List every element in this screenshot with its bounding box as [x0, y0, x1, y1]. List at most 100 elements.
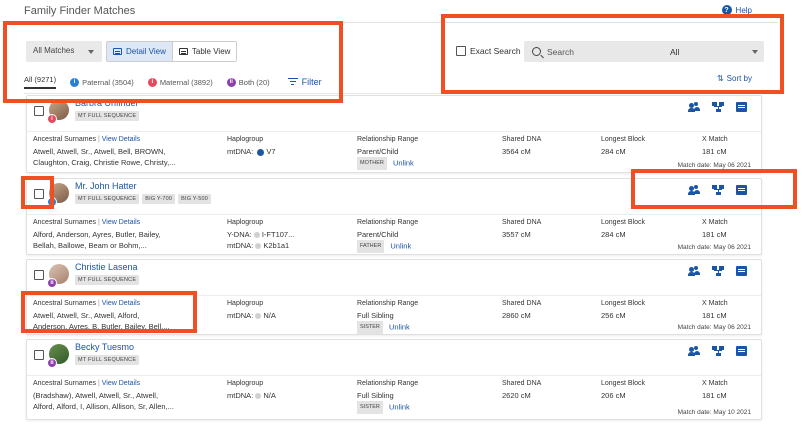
highlight-surnames — [21, 291, 197, 333]
avatar[interactable]: i — [47, 100, 69, 124]
match-card: ii Becky Tuesmo MT FULL SEQUENCE Ancestr… — [26, 339, 762, 420]
surnames-heading: Ancestral Surnames — [33, 136, 97, 143]
message-icon[interactable] — [736, 266, 747, 276]
haplogroup-column: Haplogroup mtDNA: N/A — [227, 300, 347, 321]
test-tags: MT FULL SEQUENCE BIG Y-700 BIG Y-500 — [75, 194, 211, 204]
surnames-line: Claughton, Craig, Christie Rowe, Christy… — [33, 158, 176, 167]
avatar[interactable]: ii — [47, 264, 69, 288]
pending-icon — [255, 243, 262, 250]
highlight-search — [441, 14, 784, 94]
relationship-label: Relationship Range — [357, 219, 419, 226]
haplogroup-label: Haplogroup — [227, 219, 264, 226]
family-tree-icon[interactable] — [712, 102, 724, 112]
view-details-link[interactable]: View Details — [102, 136, 140, 143]
shared-dna-column: Shared DNA 3557 cM — [502, 219, 582, 240]
match-name[interactable]: Mr. John Hatter — [75, 181, 137, 191]
message-icon[interactable] — [736, 102, 747, 112]
relationship-badge: MOTHER — [357, 157, 387, 170]
unlink-link[interactable]: Unlink — [393, 158, 414, 167]
match-checkbox[interactable] — [34, 350, 44, 360]
divider — [27, 214, 761, 215]
hap-value[interactable]: N/A — [263, 311, 276, 320]
match-name[interactable]: Christie Lasena — [75, 262, 138, 272]
relationship-extra: FATHER Unlink — [357, 240, 487, 253]
match-actions — [688, 266, 747, 276]
message-icon[interactable] — [736, 346, 747, 356]
view-details-link[interactable]: View Details — [102, 219, 140, 226]
test-tags: MT FULL SEQUENCE — [75, 355, 140, 365]
x-match-label: X Match — [702, 136, 728, 143]
relationship-column: Relationship Range Parent/Child FATHER U… — [357, 219, 487, 253]
pending-icon — [255, 313, 262, 320]
longest-block-label: Longest Block — [601, 300, 645, 307]
x-match-value: 181 cM — [702, 391, 727, 400]
hap-value[interactable]: N/A — [263, 391, 276, 400]
side-badge-icon: ii — [47, 278, 57, 288]
match-checkbox[interactable] — [34, 270, 44, 280]
avatar[interactable]: ii — [47, 344, 69, 368]
unlink-link[interactable]: Unlink — [389, 322, 410, 331]
surnames-label: Ancestral Surnames | View Details — [33, 136, 141, 143]
x-match-label: X Match — [702, 219, 728, 226]
unlink-link[interactable]: Unlink — [390, 241, 411, 250]
shared-dna-label: Shared DNA — [502, 219, 542, 226]
shared-dna-column: Shared DNA 2620 cM — [502, 380, 582, 401]
haplogroup-mt-line: mtDNA: V7 — [227, 146, 347, 157]
pending-icon — [253, 232, 260, 239]
match-date: Match date: May 10 2021 — [677, 409, 751, 416]
highlight-filter-bar — [3, 21, 343, 103]
surnames-line: (Bradshaw), Atwell, Atwell, Sr., Atwell, — [33, 391, 159, 400]
surnames-column: Ancestral Surnames | View Details (Brads… — [33, 380, 223, 412]
longest-block-value: 284 cM — [601, 147, 626, 156]
surnames-line: Alford, Alford, I, Allison, Allison, Sr,… — [33, 402, 174, 411]
people-icon[interactable] — [688, 346, 700, 356]
relationship-value: Parent/Child — [357, 230, 399, 239]
hap-value[interactable]: K2b1a1 — [263, 241, 289, 250]
haplogroup-label: Haplogroup — [227, 300, 264, 307]
match-date: Match date: May 06 2021 — [677, 162, 751, 169]
test-tag: BIG Y-500 — [178, 194, 211, 204]
people-icon[interactable] — [688, 102, 700, 112]
hap-label: mtDNA: — [227, 391, 254, 400]
family-tree-icon[interactable] — [712, 266, 724, 276]
longest-block-value: 256 cM — [601, 311, 626, 320]
divider — [27, 131, 761, 132]
x-match-label: X Match — [702, 300, 728, 307]
surnames-column: Ancestral Surnames | View Details Atwell… — [33, 136, 223, 168]
highlight-actions — [631, 169, 797, 209]
highlight-checkbox — [21, 176, 54, 209]
longest-block-column: Longest Block 256 cM — [601, 300, 681, 321]
longest-block-label: Longest Block — [601, 219, 645, 226]
longest-block-value: 206 cM — [601, 391, 626, 400]
side-badge-icon: ii — [47, 358, 57, 368]
match-name[interactable]: Becky Tuesmo — [75, 342, 134, 352]
relationship-badge: FATHER — [357, 240, 385, 253]
hap-label: mtDNA: — [227, 241, 254, 250]
hap-value[interactable]: V7 — [266, 147, 275, 156]
family-tree-icon[interactable] — [712, 346, 724, 356]
unlink-link[interactable]: Unlink — [389, 402, 410, 411]
longest-block-column: Longest Block 284 cM — [601, 136, 681, 157]
verified-icon — [257, 148, 265, 156]
hap-label: mtDNA: — [227, 147, 254, 156]
surnames-column: Ancestral Surnames | View Details Alford… — [33, 219, 223, 251]
people-icon[interactable] — [688, 266, 700, 276]
haplogroup-line: mtDNA: K2b1a1 — [227, 240, 347, 251]
shared-dna-value: 2620 cM — [502, 391, 531, 400]
longest-block-label: Longest Block — [601, 136, 645, 143]
relationship-badge: SISTER — [357, 321, 383, 334]
match-header: ii Becky Tuesmo MT FULL SEQUENCE — [27, 340, 761, 372]
haplogroup-column: Haplogroup Y-DNA: I-FT107... mtDNA: K2b1a… — [227, 219, 347, 251]
surnames-line: Bellah, Ballowe, Beam or Bohm,... — [33, 241, 147, 250]
view-details-link[interactable]: View Details — [102, 380, 140, 387]
match-checkbox[interactable] — [34, 106, 44, 116]
longest-block-column: Longest Block 284 cM — [601, 219, 681, 240]
shared-dna-column: Shared DNA 2860 cM — [502, 300, 582, 321]
surnames-heading: Ancestral Surnames — [33, 380, 97, 387]
relationship-label: Relationship Range — [357, 136, 419, 143]
relationship-extra: SISTER Unlink — [357, 401, 487, 414]
x-match-column: X Match 181 cM — [702, 300, 752, 321]
surnames-line: Alford, Anderson, Ayres, Butler, Bailey, — [33, 230, 161, 239]
page-title: Family Finder Matches — [24, 5, 136, 17]
hap-value[interactable]: I-FT107... — [262, 230, 295, 239]
